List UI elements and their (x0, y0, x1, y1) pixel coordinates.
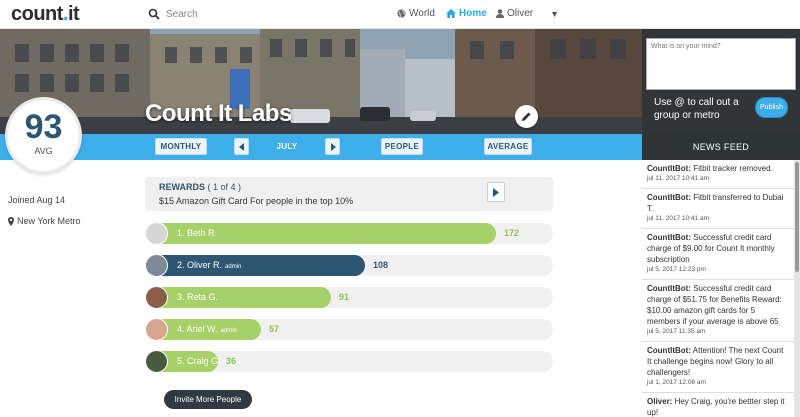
feed-scrollbar[interactable] (794, 160, 800, 417)
feed-author: CountItBot: (647, 233, 691, 242)
news-feed-title: NEWS FEED (642, 134, 800, 160)
average-label: AVG (34, 146, 53, 156)
pencil-icon (522, 112, 531, 121)
feed-item: CountItBot: Successful credit card charg… (642, 280, 794, 342)
avatar[interactable] (145, 350, 168, 373)
leaderboard-row[interactable]: 3. Reta G. 91 (145, 286, 553, 309)
feed-timestamp: jul 11, 2017 10:41 am (647, 215, 710, 222)
leaderboard-row[interactable]: 2. Oliver R. admin 108 (145, 254, 553, 277)
search-input[interactable] (166, 6, 346, 23)
feed-item: CountItBot: Attention! The next Count It… (642, 342, 794, 393)
next-month-button[interactable] (325, 138, 340, 155)
joined-date: Joined Aug 14 (8, 195, 66, 205)
nav-home[interactable]: Home (446, 8, 487, 19)
member-name[interactable]: 2. Oliver R. admin (177, 260, 241, 270)
top-navbar: count.it World Home Oliver ▼ (0, 0, 800, 29)
post-hint: Use @ to call out a group or metro (654, 97, 739, 121)
feed-author: CountItBot: (647, 164, 691, 173)
leaderboard-row[interactable]: 4. Ariel W. admin 57 (145, 318, 553, 341)
chevron-right-icon (330, 142, 336, 151)
chevron-left-icon (238, 142, 244, 151)
feed-author: CountItBot: (647, 284, 691, 293)
group-location: New York Metro (8, 216, 81, 226)
score-bar (145, 287, 331, 308)
news-feed-list: CountItBot: Fitbit tracker removed. jul 1… (642, 160, 794, 417)
feed-item: CountItBot: Successful credit card charg… (642, 229, 794, 280)
publish-button[interactable]: Publish (755, 97, 788, 118)
globe-icon (397, 9, 406, 18)
feed-text: Fitbit tracker removed. (693, 164, 773, 173)
scrollbar-thumb[interactable] (795, 162, 799, 272)
nav-user-menu[interactable]: Oliver ▼ (496, 8, 559, 19)
prev-month-button[interactable] (234, 138, 249, 155)
metric-filter-button[interactable]: AVERAGE (484, 138, 532, 155)
feed-item: Oliver: Hey Craig, you're bettter step i… (642, 393, 794, 417)
view-filter-button[interactable]: PEOPLE (381, 138, 423, 155)
nav-world[interactable]: World (397, 8, 435, 19)
group-title: Count It Labs (145, 100, 292, 127)
feed-timestamp: jul 1, 2017 12:06 am (647, 379, 706, 386)
filter-bar: MONTHLY JULY PEOPLE AVERAGE (0, 134, 642, 160)
member-score: 91 (339, 292, 350, 302)
member-score: 57 (269, 324, 280, 334)
street-photo (0, 29, 642, 134)
member-name[interactable]: 1. Beth R. (177, 228, 220, 238)
user-icon (496, 9, 504, 18)
feed-timestamp: jul 5, 2017 12:23 pm (647, 266, 706, 273)
member-score: 36 (226, 356, 237, 366)
feed-author: CountItBot: (647, 193, 691, 202)
member-score: 108 (373, 260, 389, 270)
avatar[interactable] (145, 318, 168, 341)
leaderboard-row[interactable]: 5. Craig G. admin 36 (145, 350, 553, 373)
group-average-badge: 93 AVG (5, 97, 82, 174)
next-reward-button[interactable] (487, 182, 505, 202)
chevron-down-icon[interactable]: ▼ (550, 9, 559, 19)
map-pin-icon (8, 216, 14, 226)
member-name[interactable]: 4. Ariel W. admin (177, 324, 237, 334)
chevron-right-icon (493, 187, 499, 197)
post-input[interactable] (646, 38, 796, 90)
feed-item: CountItBot: Fitbit tracker removed. jul 1… (642, 160, 794, 189)
period-filter-button[interactable]: MONTHLY (155, 138, 207, 155)
feed-author: Oliver: (647, 397, 673, 406)
avatar[interactable] (145, 254, 168, 277)
rewards-description: $15 Amazon Gift Card For people in the t… (159, 196, 354, 206)
rewards-panel: REWARDS ( 1 of 4 ) $15 Amazon Gift Card … (145, 177, 553, 211)
feed-author: CountItBot: (647, 346, 691, 355)
group-banner: Count It Labs (0, 29, 642, 134)
feed-timestamp: jul 11, 2017 10:41 am (647, 175, 710, 182)
member-score: 172 (504, 228, 520, 238)
member-name[interactable]: 3. Reta G. (177, 292, 221, 302)
edit-group-button[interactable] (515, 105, 538, 128)
leaderboard-row[interactable]: 1. Beth R. 172 (145, 222, 553, 245)
feed-item: CountItBot: Fitbit transferred to Dubai … (642, 189, 794, 229)
home-icon (446, 9, 456, 18)
admin-badge: admin (225, 264, 242, 270)
average-value: 93 (24, 108, 63, 146)
invite-more-people-button[interactable]: Invite More People (164, 390, 252, 409)
avatar[interactable] (145, 286, 168, 309)
search-icon (148, 8, 160, 20)
admin-badge: admin (220, 328, 237, 334)
avatar[interactable] (145, 222, 168, 245)
rewards-title: REWARDS ( 1 of 4 ) (159, 182, 242, 192)
post-composer: Use @ to call out a group or metro (642, 29, 800, 134)
current-month-label: JULY (276, 142, 298, 151)
logo[interactable]: count.it (11, 3, 80, 26)
feed-timestamp: jul 5, 2017 11:35 am (647, 328, 706, 335)
